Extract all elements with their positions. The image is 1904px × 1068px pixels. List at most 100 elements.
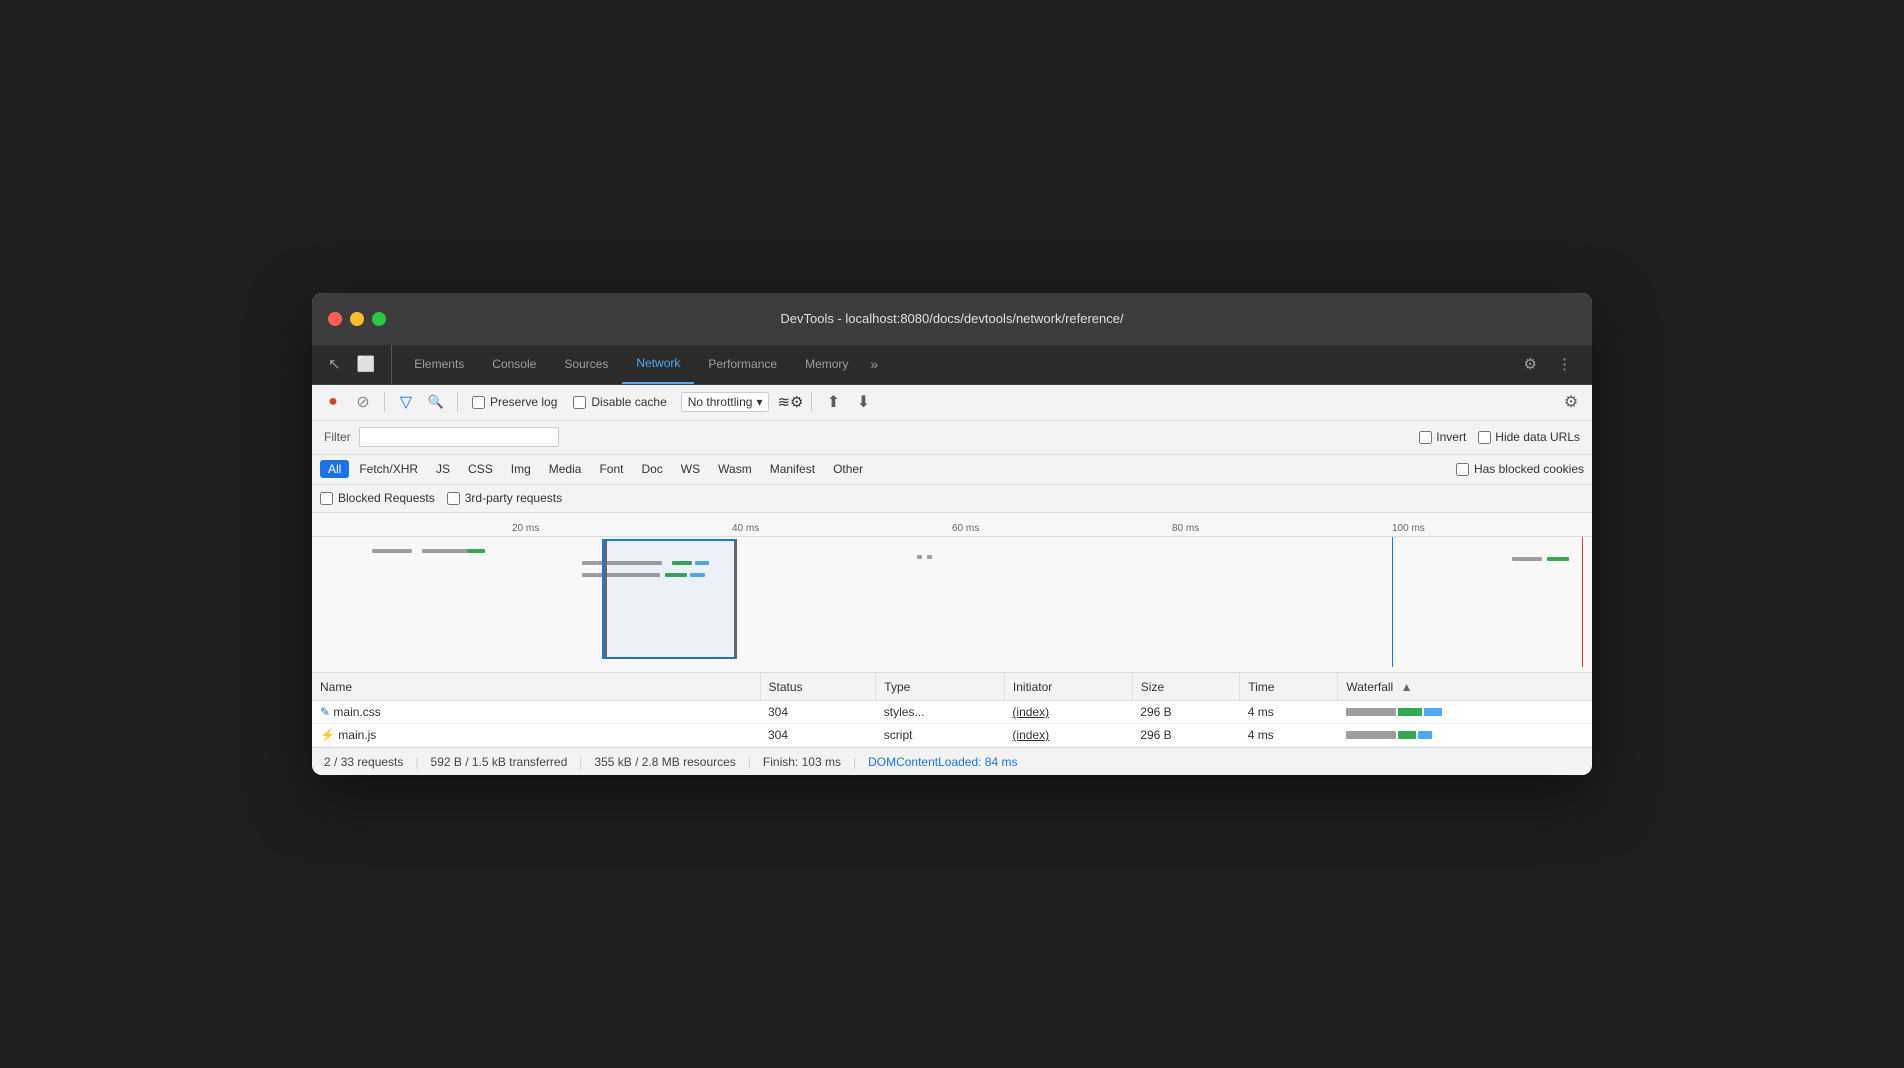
type-filter-fetch-xhr[interactable]: Fetch/XHR [351,460,426,478]
transferred-size: 592 B / 1.5 kB transferred [431,755,568,769]
has-blocked-cookies-label[interactable]: Has blocked cookies [1456,462,1584,476]
has-blocked-cookies-checkbox[interactable] [1456,463,1469,476]
invert-checkbox[interactable] [1419,431,1432,444]
cell-name: ✎ main.css [312,701,760,724]
type-filter-manifest[interactable]: Manifest [762,460,823,478]
col-time[interactable]: Time [1240,673,1338,701]
record-button[interactable]: ● [320,389,346,415]
cell-waterfall [1338,701,1592,724]
col-initiator[interactable]: Initiator [1004,673,1132,701]
wf-download-bar [1418,731,1432,739]
close-button[interactable] [328,312,342,326]
status-sep-1: | [415,755,418,769]
type-filter-wasm[interactable]: Wasm [710,460,760,478]
type-filter-all[interactable]: All [320,460,349,478]
tab-memory[interactable]: Memory [791,345,862,384]
dom-content-loaded: DOMContentLoaded: 84 ms [868,755,1017,769]
type-filter-font[interactable]: Font [591,460,631,478]
preserve-log-label[interactable]: Preserve log [472,395,557,409]
clear-button[interactable]: ⊘ [350,389,376,415]
toolbar-separator-2 [457,392,458,412]
layers-icon[interactable]: ⬜ [353,351,380,377]
third-party-checkbox[interactable] [447,492,460,505]
cell-initiator: (index) [1004,701,1132,724]
table-row[interactable]: ✎ main.css 304 styles... (index) 296 B [312,701,1592,724]
table-header-row: Name Status Type Initiator Size [312,673,1592,701]
import-har-button[interactable]: ⬆ [820,389,846,415]
ruler-tick-20ms: 20 ms [512,523,539,534]
wf-overview-bar [917,555,922,559]
devtools-right-icons: ⚙ ⋮ [1504,351,1592,377]
waterfall-chart[interactable] [312,537,1592,667]
waterfall-bar-group [1346,708,1584,716]
throttling-select[interactable]: No throttling ▾ [681,392,770,412]
filter-bar: Filter Invert Hide data URLs [312,421,1592,455]
tab-console[interactable]: Console [478,345,550,384]
filter-input[interactable] [359,427,559,447]
ruler-tick-80ms: 80 ms [1172,523,1199,534]
cell-time: 4 ms [1240,701,1338,724]
more-tabs-button[interactable]: » [862,356,886,372]
cursor-icon[interactable]: ↖ [324,351,345,377]
maximize-button[interactable] [372,312,386,326]
devtools-tab-bar: ↖ ⬜ Elements Console Sources Network Per… [312,345,1592,385]
col-name[interactable]: Name [312,673,760,701]
wf-waiting-bar [1346,731,1396,739]
tab-network[interactable]: Network [622,345,694,384]
table-row[interactable]: ⚡ main.js 304 script (index) 296 B [312,724,1592,747]
toolbar-separator-1 [384,392,385,412]
type-filter-bar: All Fetch/XHR JS CSS Img Media Font Doc … [312,455,1592,485]
search-button[interactable]: 🔍 [423,389,449,415]
waterfall-selection-box[interactable] [602,539,737,659]
type-filter-doc[interactable]: Doc [633,460,670,478]
selection-left-handle[interactable] [604,541,607,657]
col-waterfall[interactable]: Waterfall ▲ [1338,673,1592,701]
network-toolbar: ● ⊘ ▽ 🔍 Preserve log Disable cache No th… [312,385,1592,421]
cell-type: styles... [876,701,1005,724]
dom-loaded-line [1392,537,1393,667]
type-filter-css[interactable]: CSS [460,460,501,478]
more-menu-icon[interactable]: ⋮ [1553,351,1576,377]
waterfall-overview[interactable]: 20 ms 40 ms 60 ms 80 ms 100 ms [312,513,1592,673]
tab-sources[interactable]: Sources [550,345,622,384]
preserve-log-checkbox[interactable] [472,396,485,409]
disable-cache-label[interactable]: Disable cache [573,395,666,409]
filter-button[interactable]: ▽ [393,389,419,415]
col-status[interactable]: Status [760,673,876,701]
tab-elements[interactable]: Elements [400,345,478,384]
type-filter-img[interactable]: Img [503,460,539,478]
blocked-requests-label[interactable]: Blocked Requests [320,491,435,505]
wf-ttfb-bar [1398,731,1416,739]
cell-waterfall [1338,724,1592,747]
settings-icon[interactable]: ⚙ [1520,351,1541,377]
minimize-button[interactable] [350,312,364,326]
waterfall-ruler: 20 ms 40 ms 60 ms 80 ms 100 ms [312,513,1592,537]
wf-overview-bar [927,555,932,559]
disable-cache-checkbox[interactable] [573,396,586,409]
hide-data-urls-checkbox[interactable] [1478,431,1491,444]
cell-name: ⚡ main.js [312,724,760,747]
type-filter-js[interactable]: JS [428,460,458,478]
type-filter-other[interactable]: Other [825,460,871,478]
waterfall-bar-group [1346,731,1584,739]
cell-status: 304 [760,701,876,724]
type-filter-ws[interactable]: WS [673,460,708,478]
selection-right-handle[interactable] [734,541,737,657]
invert-checkbox-label[interactable]: Invert [1419,430,1466,444]
wf-overview-bar [1547,557,1569,561]
col-size[interactable]: Size [1132,673,1239,701]
col-type[interactable]: Type [876,673,1005,701]
status-sep-3: | [748,755,751,769]
hide-data-urls-checkbox-label[interactable]: Hide data URLs [1478,430,1580,444]
wifi-settings-button[interactable]: ≋⚙ [777,389,803,415]
network-settings-button[interactable]: ⚙ [1558,389,1584,415]
cell-type: script [876,724,1005,747]
filter-options: Invert Hide data URLs [1419,430,1580,444]
third-party-label[interactable]: 3rd-party requests [447,491,562,505]
blocked-requests-checkbox[interactable] [320,492,333,505]
tab-performance[interactable]: Performance [694,345,791,384]
export-har-button[interactable]: ⬇ [850,389,876,415]
sort-arrow-icon: ▲ [1401,680,1413,694]
type-filter-media[interactable]: Media [541,460,590,478]
cell-initiator: (index) [1004,724,1132,747]
